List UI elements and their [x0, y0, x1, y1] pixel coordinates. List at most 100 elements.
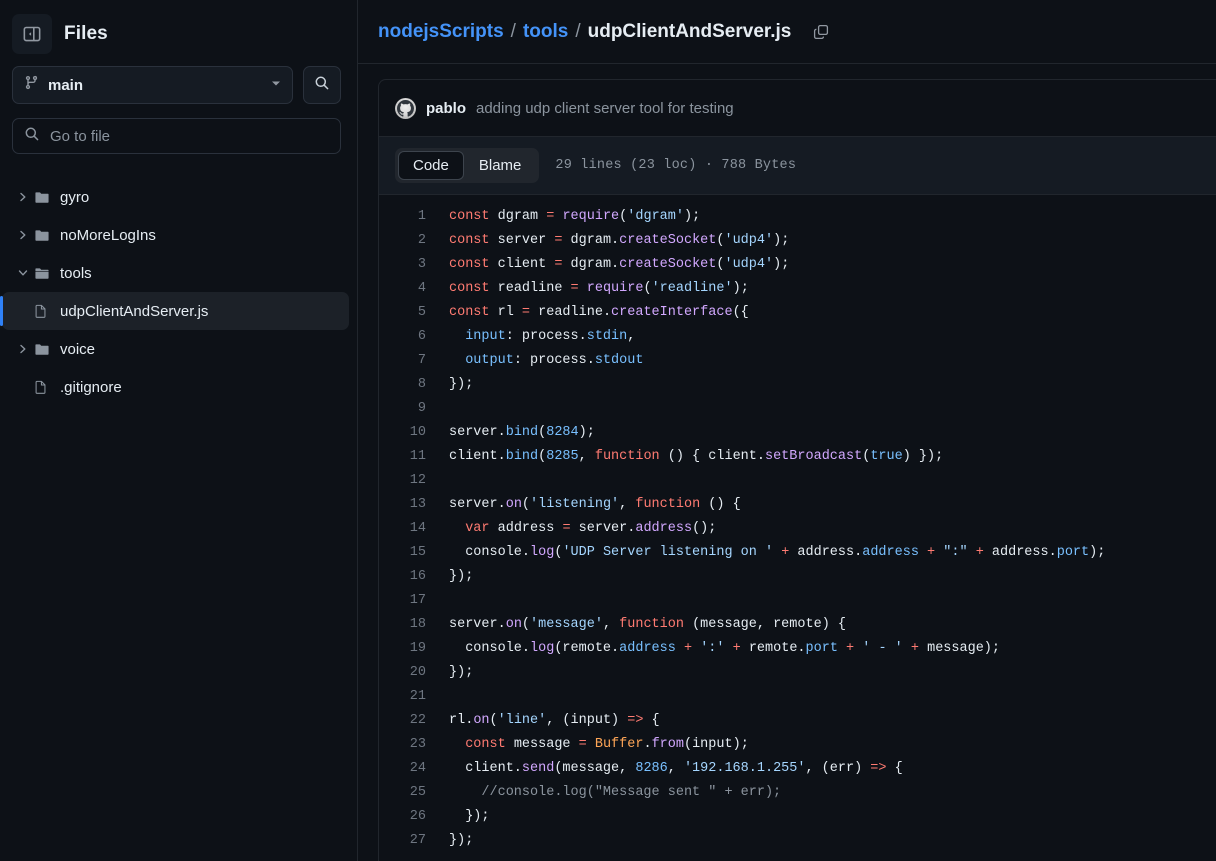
code-line: server.on('listening', function () { — [441, 493, 1216, 517]
branch-search-button[interactable] — [303, 66, 341, 104]
line-number: 22 — [379, 709, 441, 733]
line-number: 9 — [379, 397, 441, 421]
code-line: const server = dgram.createSocket('udp4'… — [441, 229, 1216, 253]
code-line: const rl = readline.createInterface({ — [441, 301, 1216, 325]
folder-icon — [34, 228, 60, 243]
code-line: const client = dgram.createSocket('udp4'… — [441, 253, 1216, 277]
folder-icon — [34, 266, 60, 281]
tree-item-gyro[interactable]: gyro — [2, 178, 349, 216]
branch-selector[interactable]: main — [12, 66, 293, 104]
line-number: 18 — [379, 613, 441, 637]
commit-message[interactable]: adding udp client server tool for testin… — [476, 100, 734, 117]
tree-item-tools[interactable]: tools — [2, 254, 349, 292]
folder-icon — [34, 190, 60, 205]
line-number: 17 — [379, 589, 441, 613]
code-line: var address = server.address(); — [441, 517, 1216, 541]
chevron-right-icon[interactable] — [12, 343, 34, 355]
breadcrumb-separator: / — [575, 21, 580, 43]
commit-author[interactable]: pablo — [426, 100, 466, 117]
chevron-right-icon[interactable] — [12, 191, 34, 203]
code-line: }); — [441, 829, 1216, 853]
line-number: 16 — [379, 565, 441, 589]
tree-item-label: udpClientAndServer.js — [60, 303, 208, 320]
code-line: client.send(message, 8286, '192.168.1.25… — [441, 757, 1216, 781]
file-meta: 29 lines (23 loc) · 788 Bytes — [555, 158, 796, 173]
line-number: 14 — [379, 517, 441, 541]
code-line: server.on('message', function (message, … — [441, 613, 1216, 637]
code-line: const readline = require('readline'); — [441, 277, 1216, 301]
code-line: console.log(remote.address + ':' + remot… — [441, 637, 1216, 661]
tree-item-gitignore[interactable]: .gitignore — [2, 368, 349, 406]
code-blame-toggle: Code Blame — [395, 148, 539, 183]
code-viewer: 1234567891011121314151617181920212223242… — [379, 195, 1216, 853]
git-branch-icon — [24, 75, 39, 95]
code-line: console.log('UDP Server listening on ' +… — [441, 541, 1216, 565]
file-tree: gyro noMoreLogIns tools udpClientAndServer.… — [0, 178, 357, 406]
code-line: rl.on('line', (input) => { — [441, 709, 1216, 733]
code-line: client.bind(8285, function () { client.s… — [441, 445, 1216, 469]
files-panel-header: Files — [0, 0, 357, 66]
file-tree-sidebar: Files main — [0, 0, 358, 861]
tree-item-label: .gitignore — [60, 379, 122, 396]
line-number: 10 — [379, 421, 441, 445]
search-icon — [314, 75, 330, 96]
tree-item-label: voice — [60, 341, 95, 358]
file-icon — [34, 303, 60, 319]
go-to-file-placeholder: Go to file — [50, 128, 110, 145]
tree-item-label: noMoreLogIns — [60, 227, 156, 244]
line-number: 13 — [379, 493, 441, 517]
code-line: }); — [441, 373, 1216, 397]
chevron-down-icon[interactable] — [12, 267, 34, 279]
breadcrumb-folder[interactable]: tools — [523, 21, 568, 43]
latest-commit-bar: pablo adding udp client server tool for … — [379, 80, 1216, 137]
branch-row: main — [0, 66, 357, 104]
code-line: //console.log("Message sent " + err); — [441, 781, 1216, 805]
tree-item-label: tools — [60, 265, 92, 282]
code-line: }); — [441, 661, 1216, 685]
github-code-viewer: Files main — [0, 0, 1216, 861]
copy-path-icon[interactable] — [807, 18, 835, 46]
line-number: 21 — [379, 685, 441, 709]
line-number: 8 — [379, 373, 441, 397]
tree-item-udpclientandserver-js[interactable]: udpClientAndServer.js — [2, 292, 349, 330]
line-number: 25 — [379, 781, 441, 805]
tree-item-voice[interactable]: voice — [2, 330, 349, 368]
code-line: const message = Buffer.from(input); — [441, 733, 1216, 757]
chevron-down-icon — [270, 76, 282, 94]
code-line: server.bind(8284); — [441, 421, 1216, 445]
go-to-file-input[interactable]: Go to file — [12, 118, 341, 154]
line-number: 26 — [379, 805, 441, 829]
sidebar-collapse-icon[interactable] — [12, 14, 52, 54]
page-title: Files — [64, 23, 108, 45]
tree-item-nomorelogins[interactable]: noMoreLogIns — [2, 216, 349, 254]
code-line — [441, 469, 1216, 493]
line-number: 20 — [379, 661, 441, 685]
line-number-gutter: 1234567891011121314151617181920212223242… — [379, 195, 441, 853]
breadcrumb-file: udpClientAndServer.js — [588, 21, 792, 43]
line-number: 5 — [379, 301, 441, 325]
line-number: 3 — [379, 253, 441, 277]
tab-blame[interactable]: Blame — [464, 151, 537, 180]
code-line — [441, 397, 1216, 421]
line-number: 27 — [379, 829, 441, 853]
breadcrumb: nodejsScripts / tools / udpClientAndServ… — [358, 0, 1216, 64]
code-line: input: process.stdin, — [441, 325, 1216, 349]
folder-icon — [34, 342, 60, 357]
branch-name: main — [48, 77, 261, 94]
code-line — [441, 685, 1216, 709]
breadcrumb-repo[interactable]: nodejsScripts — [378, 21, 504, 43]
line-number: 15 — [379, 541, 441, 565]
line-number: 1 — [379, 205, 441, 229]
code-toolbar: Code Blame 29 lines (23 loc) · 788 Bytes — [379, 137, 1216, 195]
line-number: 4 — [379, 277, 441, 301]
line-number: 7 — [379, 349, 441, 373]
avatar[interactable] — [395, 98, 416, 119]
chevron-right-icon[interactable] — [12, 229, 34, 241]
code-line: }); — [441, 805, 1216, 829]
file-panel: pablo adding udp client server tool for … — [378, 79, 1216, 861]
code-line: const dgram = require('dgram'); — [441, 205, 1216, 229]
breadcrumb-separator: / — [511, 21, 516, 43]
code-content[interactable]: const dgram = require('dgram');const ser… — [441, 195, 1216, 853]
tab-code[interactable]: Code — [398, 151, 464, 180]
line-number: 24 — [379, 757, 441, 781]
